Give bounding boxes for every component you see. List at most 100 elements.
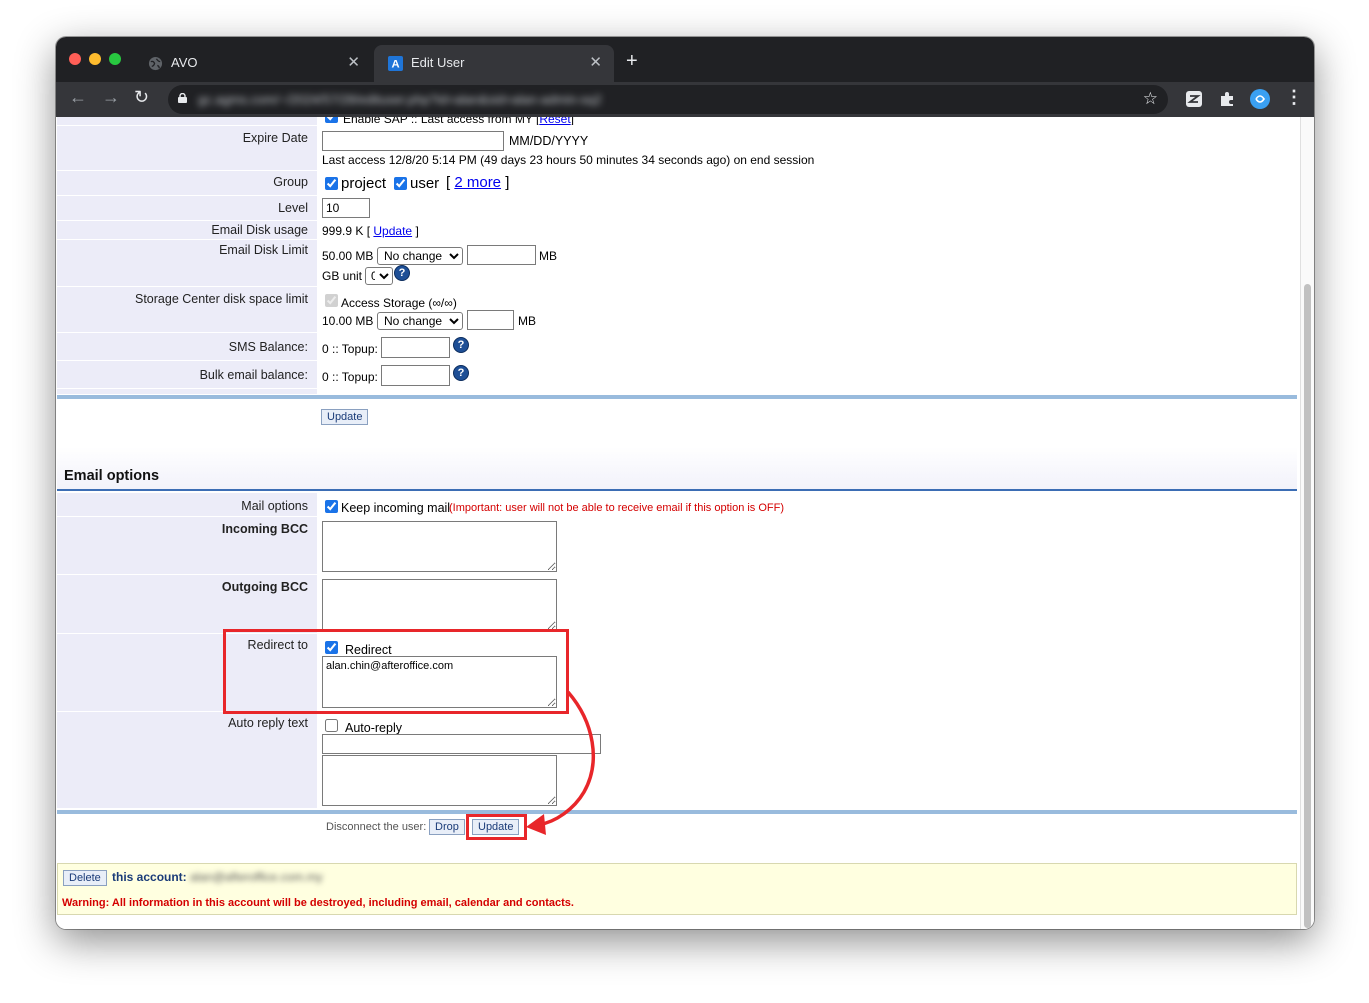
email-disk-usage-label: Email Disk usage bbox=[211, 223, 308, 237]
delete-account-section: Delete this account: alan@afteroffice.co… bbox=[57, 863, 1297, 915]
expire-date-row: Expire Date MM/DD/YYYY Last access 12/8/… bbox=[57, 125, 1297, 170]
bulk-email-label: Bulk email balance: bbox=[199, 368, 308, 382]
delete-account-button[interactable]: Delete bbox=[63, 870, 107, 886]
bookmark-star-icon[interactable]: ☆ bbox=[1143, 89, 1158, 109]
close-window-button[interactable] bbox=[69, 53, 81, 65]
delete-warning: Warning: All information in this account… bbox=[62, 897, 574, 909]
group-project-label: project bbox=[341, 175, 387, 192]
level-label: Level bbox=[278, 201, 308, 215]
expire-date-label: Expire Date bbox=[242, 131, 308, 145]
gb-unit-select[interactable]: 0 bbox=[365, 267, 393, 285]
mail-options-label: Mail options bbox=[241, 499, 308, 513]
incoming-bcc-label: Incoming BCC bbox=[221, 522, 308, 536]
extension-icon[interactable] bbox=[1185, 90, 1203, 108]
email-disk-limit-label: Email Disk Limit bbox=[219, 243, 308, 257]
gb-unit-label: GB unit bbox=[322, 269, 363, 283]
app-logo-icon: A bbox=[388, 56, 403, 71]
drop-button[interactable]: Drop bbox=[429, 819, 465, 835]
maximize-window-button[interactable] bbox=[109, 53, 121, 65]
url-text: gc.agms.com/~/2024/57/28/edituser.php?id… bbox=[198, 92, 602, 107]
address-bar[interactable]: gc.agms.com/~/2024/57/28/edituser.php?id… bbox=[168, 85, 1168, 114]
incoming-bcc-textarea[interactable] bbox=[322, 521, 557, 572]
auto-reply-checkbox[interactable] bbox=[325, 719, 338, 732]
tab-title: Edit User bbox=[411, 55, 465, 70]
reload-icon[interactable]: ↻ bbox=[134, 87, 149, 108]
bulk-topup-input[interactable] bbox=[381, 365, 450, 386]
auto-reply-row: Auto reply text Auto-reply bbox=[57, 711, 1297, 808]
level-input[interactable] bbox=[322, 198, 370, 218]
mail-options-row: Mail options Keep incoming mail (Importa… bbox=[57, 492, 1297, 516]
minimize-window-button[interactable] bbox=[89, 53, 101, 65]
page-content: Enable SAP :: Last access from MY [Reset… bbox=[56, 117, 1314, 929]
date-format-hint: MM/DD/YYYY bbox=[509, 134, 589, 148]
keep-mail-label: Keep incoming mail bbox=[341, 501, 451, 515]
outgoing-bcc-label: Outgoing BCC bbox=[221, 580, 308, 594]
sms-balance-label: SMS Balance: bbox=[228, 340, 308, 354]
email-disk-limit-input[interactable] bbox=[467, 245, 536, 265]
keep-mail-checkbox[interactable] bbox=[325, 500, 338, 513]
browser-toolbar: ← → ↻ gc.agms.com/~/2024/57/28/edituser.… bbox=[56, 82, 1314, 117]
level-row: Level bbox=[57, 195, 1297, 220]
help-icon[interactable]: ? bbox=[453, 365, 469, 381]
email-options-title: Email options bbox=[64, 468, 160, 484]
more-groups-link[interactable]: 2 more bbox=[454, 174, 501, 191]
email-disk-limit-row: Email Disk Limit 50.00 MB No change MB G… bbox=[57, 239, 1297, 286]
delete-account-label: this account: bbox=[112, 870, 187, 884]
svg-text:A: A bbox=[391, 59, 399, 71]
close-tab-icon[interactable]: ✕ bbox=[347, 53, 360, 71]
new-tab-icon[interactable]: + bbox=[626, 50, 638, 73]
account-email: alan@afteroffice.com.my bbox=[190, 870, 323, 884]
help-icon[interactable]: ? bbox=[453, 337, 469, 353]
tab-bar: AVO ✕ A Edit User ✕ + bbox=[56, 37, 1314, 82]
sms-balance-row: SMS Balance: 0 :: Topup: ? bbox=[57, 332, 1297, 360]
email-options-header: Email options bbox=[57, 447, 1297, 491]
group-user-label: user bbox=[410, 175, 440, 192]
storage-unit: MB bbox=[518, 314, 536, 328]
email-disk-usage-value: 999.9 K [ bbox=[322, 224, 371, 238]
update-button[interactable]: Update bbox=[321, 409, 369, 425]
menu-kebab-icon[interactable]: ⋮ bbox=[1285, 87, 1303, 108]
sap-checkbox[interactable] bbox=[325, 117, 338, 123]
bulk-email-row: Bulk email balance: 0 :: Topup: ? bbox=[57, 360, 1297, 388]
page-scrollbar[interactable] bbox=[1300, 117, 1314, 929]
auto-reply-label: Auto reply text bbox=[228, 716, 308, 730]
forward-icon[interactable]: → bbox=[102, 87, 120, 108]
puzzle-icon[interactable] bbox=[1218, 90, 1236, 108]
access-storage-checkbox[interactable] bbox=[325, 294, 338, 307]
group-row: Group project user [ 2 more ] bbox=[57, 170, 1297, 195]
access-storage-label: Access Storage (∞/∞) bbox=[341, 296, 457, 310]
sms-balance-value: 0 :: Topup: bbox=[322, 342, 378, 356]
tab-title: AVO bbox=[171, 55, 198, 70]
lock-icon bbox=[178, 93, 187, 103]
email-disk-limit-unit: MB bbox=[539, 249, 557, 263]
group-user-checkbox[interactable] bbox=[394, 177, 407, 190]
close-tab-icon[interactable]: ✕ bbox=[589, 53, 602, 71]
storage-row: Storage Center disk space limit Access S… bbox=[57, 286, 1297, 332]
expire-date-input[interactable] bbox=[322, 131, 504, 151]
storage-label: Storage Center disk space limit bbox=[135, 292, 308, 306]
tab-edit-user[interactable]: A Edit User ✕ bbox=[374, 45, 614, 82]
outgoing-bcc-textarea[interactable] bbox=[322, 579, 557, 631]
email-disk-limit-select[interactable]: No change bbox=[377, 247, 463, 265]
storage-limit-select[interactable]: No change bbox=[377, 312, 463, 330]
globe-icon bbox=[148, 56, 163, 71]
help-icon[interactable]: ? bbox=[394, 265, 410, 281]
last-access-text: Last access 12/8/20 5:14 PM (49 days 23 … bbox=[322, 153, 815, 167]
scrollbar-thumb[interactable] bbox=[1304, 284, 1311, 928]
keep-mail-warning: (Important: user will not be able to rec… bbox=[449, 502, 785, 514]
browser-window: AVO ✕ A Edit User ✕ + ← → ↻ gc.agms.com/… bbox=[56, 37, 1314, 929]
storage-current: 10.00 MB bbox=[322, 314, 374, 328]
section-divider bbox=[57, 810, 1297, 814]
tab-avo[interactable]: AVO ✕ bbox=[134, 45, 372, 82]
annotation-arrow bbox=[526, 690, 596, 835]
update-disk-usage-link[interactable]: Update bbox=[373, 224, 412, 238]
sms-topup-input[interactable] bbox=[381, 337, 450, 358]
group-project-checkbox[interactable] bbox=[325, 177, 338, 190]
email-disk-usage-row: Email Disk usage 999.9 K [ Update ] bbox=[57, 220, 1297, 239]
email-disk-limit-current: 50.00 MB bbox=[322, 249, 374, 263]
back-icon[interactable]: ← bbox=[69, 87, 87, 108]
storage-limit-input[interactable] bbox=[467, 310, 514, 330]
section-divider bbox=[57, 395, 1297, 399]
auto-reply-checkbox-label: Auto-reply bbox=[345, 721, 402, 735]
profile-avatar-icon[interactable] bbox=[1250, 89, 1270, 109]
